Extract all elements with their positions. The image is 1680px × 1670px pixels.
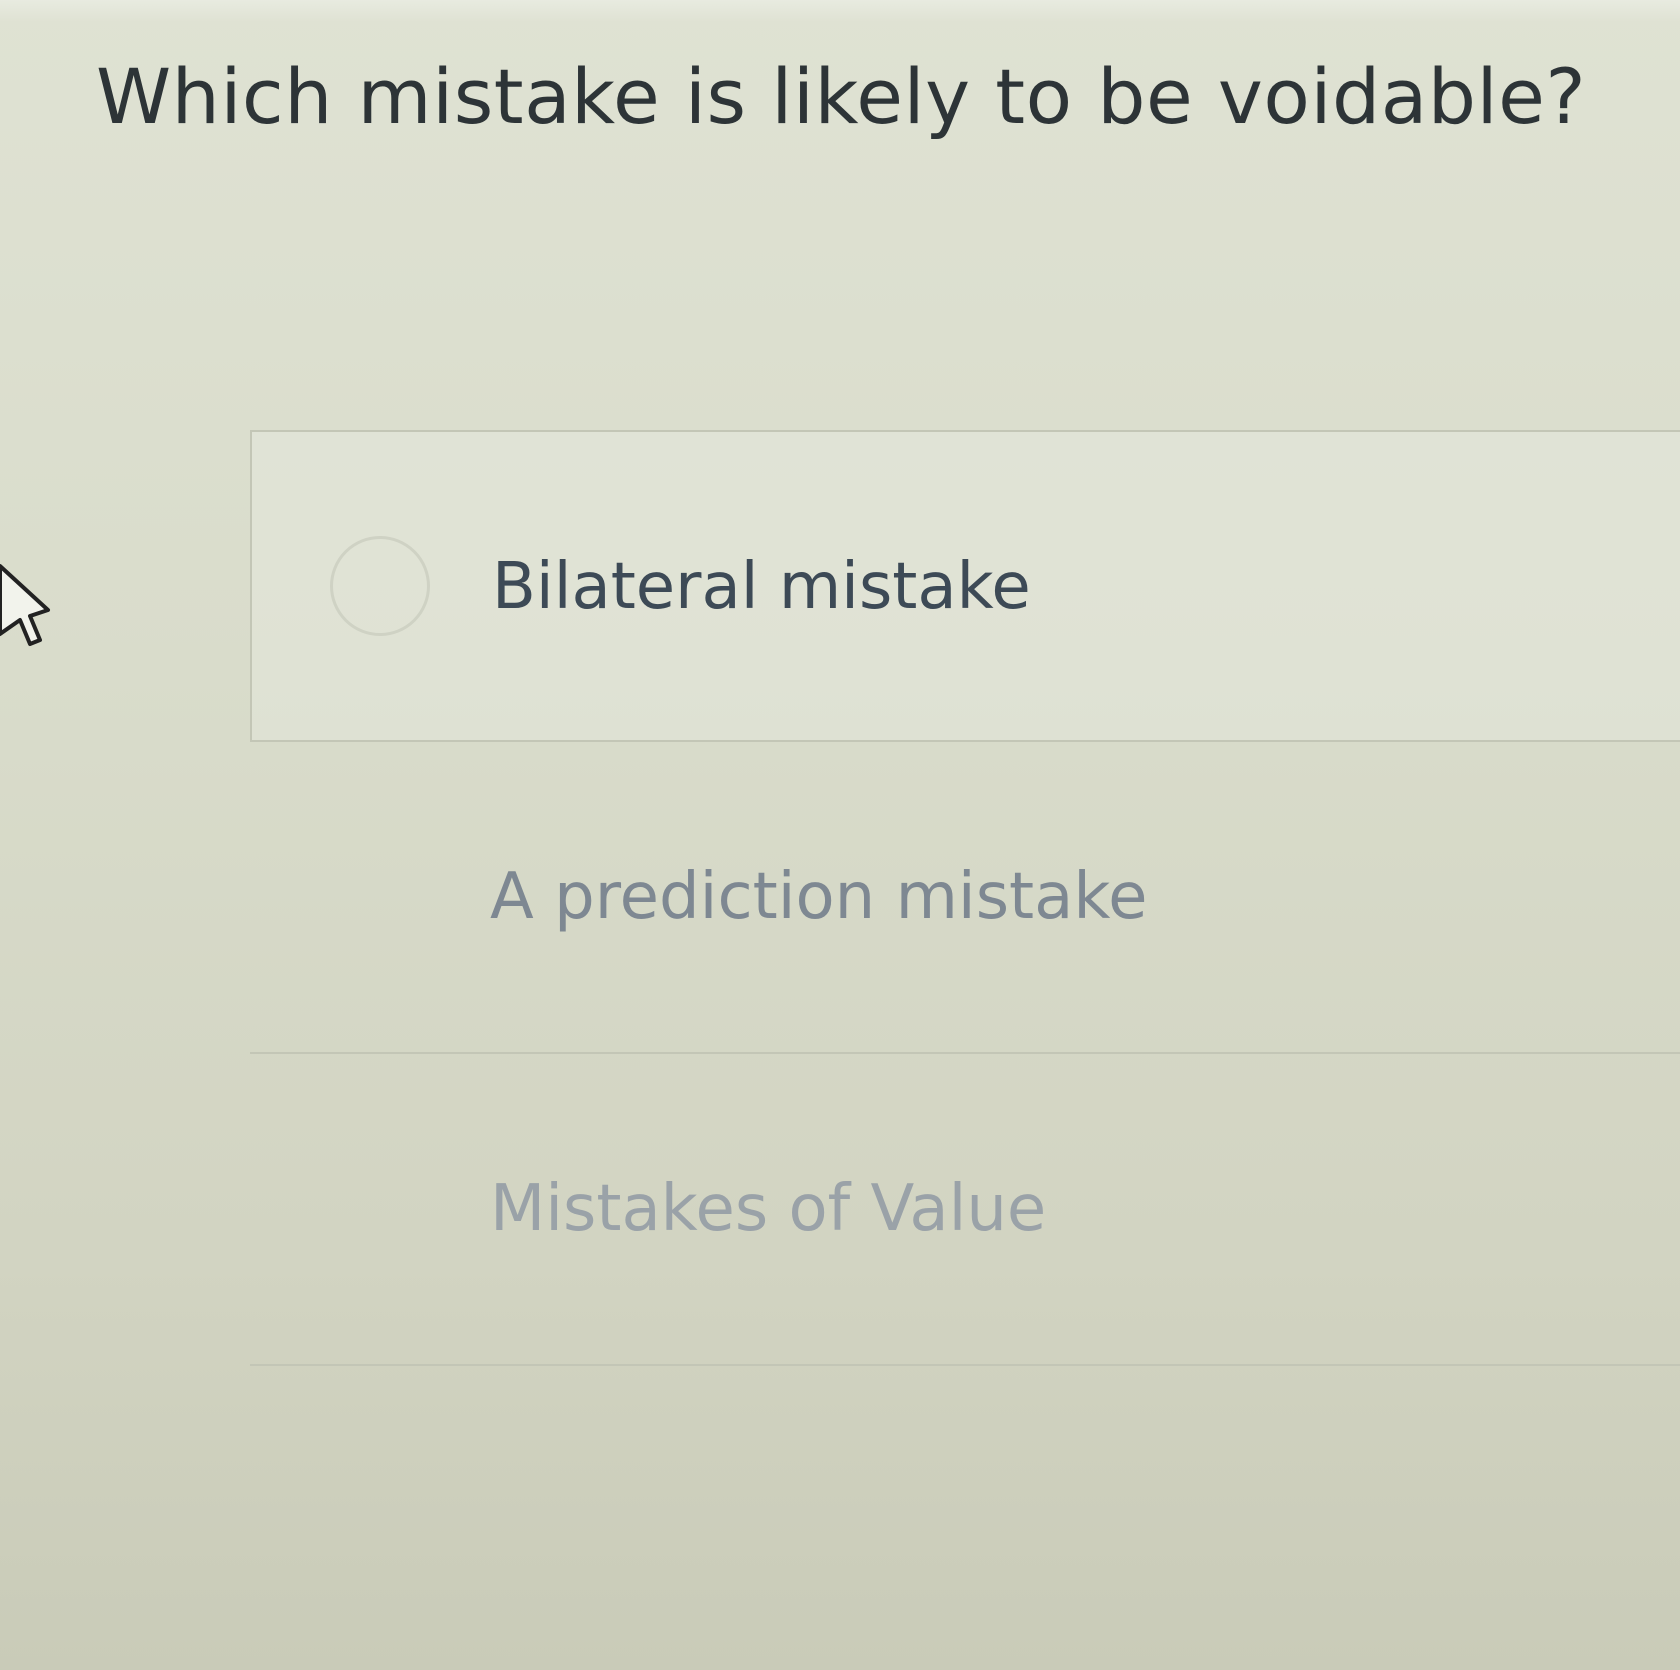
option-label: A prediction mistake — [490, 860, 1148, 934]
mouse-pointer-icon — [0, 564, 50, 646]
question-title: Which mistake is likely to be voidable? — [96, 52, 1587, 141]
answer-option-value[interactable]: Mistakes of Value — [250, 1054, 1680, 1366]
screen-top-edge — [0, 0, 1680, 22]
answer-option-bilateral[interactable]: Bilateral mistake — [250, 430, 1680, 742]
answer-option-prediction[interactable]: A prediction mistake — [250, 742, 1680, 1054]
option-label: Mistakes of Value — [490, 1172, 1047, 1246]
option-label: Bilateral mistake — [492, 550, 1031, 624]
radio-button-icon[interactable] — [330, 536, 430, 636]
answer-options: Bilateral mistake A prediction mistake M… — [250, 430, 1680, 1366]
